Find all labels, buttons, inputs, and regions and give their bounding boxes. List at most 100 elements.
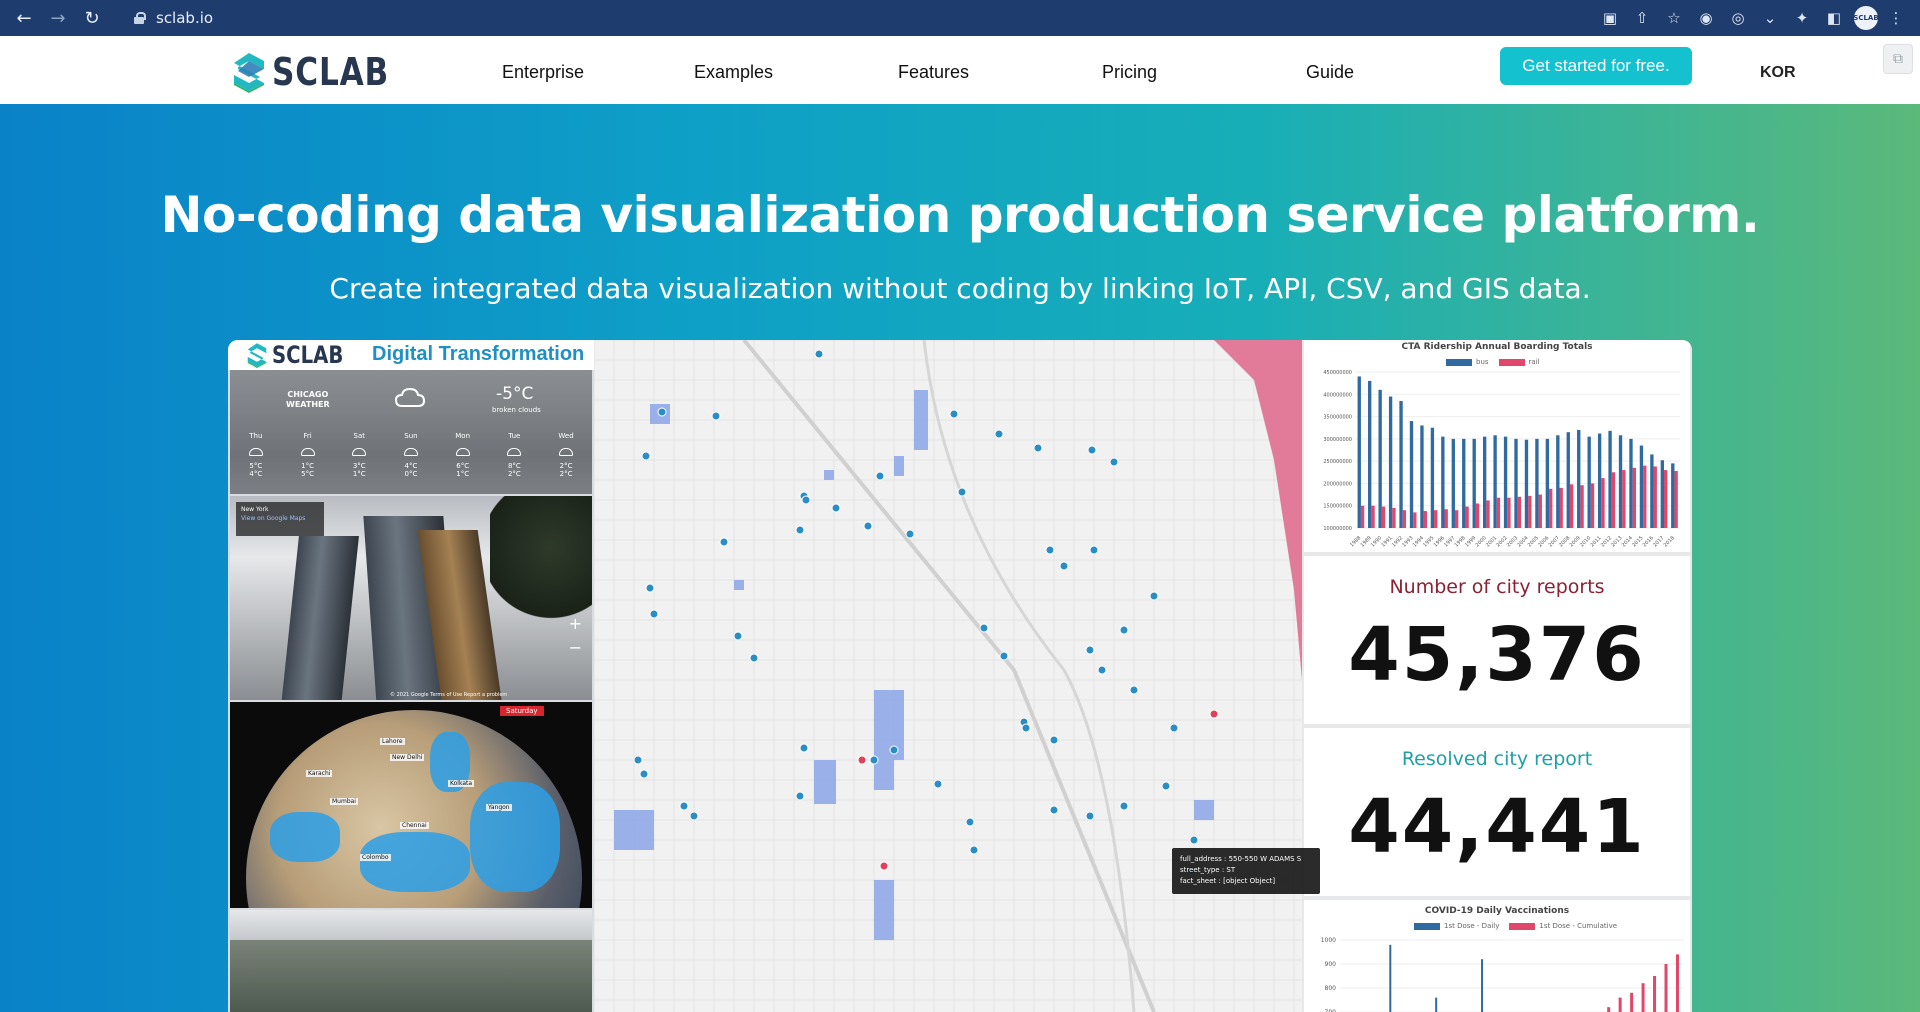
city-reports-card: Number of city reports 45,376 [1304, 556, 1690, 724]
map-marker[interactable] [863, 521, 873, 531]
nav-guide[interactable]: Guide [1306, 62, 1354, 83]
profile-avatar[interactable]: SCLAB [1853, 6, 1879, 30]
color-extension-icon[interactable]: ◎ [1724, 4, 1752, 32]
tooltip-line: street_type : ST [1180, 866, 1236, 874]
nav-features[interactable]: Features [898, 62, 969, 83]
map-marker[interactable] [905, 529, 915, 539]
translate-icon[interactable]: ▣ [1596, 4, 1624, 32]
fullscreen-icon[interactable]: ⧉ [1883, 44, 1913, 74]
map-marker[interactable] [875, 471, 885, 481]
map-marker[interactable] [641, 451, 651, 461]
map-marker[interactable] [649, 609, 659, 619]
map-marker[interactable] [1097, 665, 1107, 675]
map-marker[interactable] [799, 743, 809, 753]
map-marker[interactable] [1119, 801, 1129, 811]
map-marker[interactable] [979, 623, 989, 633]
bar-cumulative [1653, 976, 1657, 1012]
map-marker[interactable] [1021, 723, 1031, 733]
language-toggle[interactable]: KOR [1760, 64, 1796, 82]
nav-enterprise[interactable]: Enterprise [502, 62, 584, 83]
forecast-day: Fri 1°C 5°C [300, 432, 315, 478]
map-marker[interactable] [679, 801, 689, 811]
map-marker[interactable] [645, 583, 655, 593]
nav-examples[interactable]: Examples [694, 62, 773, 83]
map-marker[interactable] [1149, 591, 1159, 601]
map-marker[interactable] [711, 411, 721, 421]
map-marker[interactable] [1049, 735, 1059, 745]
map-marker[interactable] [733, 631, 743, 641]
bar-rail [1475, 503, 1480, 528]
map-marker[interactable] [1089, 545, 1099, 555]
x-tick-label: 1993 [1401, 535, 1414, 548]
map-marker[interactable] [869, 755, 879, 765]
map-marker[interactable] [657, 407, 667, 417]
map-marker[interactable] [689, 811, 699, 821]
map-marker[interactable] [1049, 805, 1059, 815]
x-tick-label: 2005 [1527, 535, 1540, 548]
map-marker[interactable] [949, 409, 959, 419]
map-marker[interactable] [889, 745, 899, 755]
map-marker[interactable] [994, 429, 1004, 439]
bar-rail [1507, 497, 1511, 528]
y-tick-label: 450000000 [1323, 370, 1352, 376]
get-started-button[interactable]: Get started for free. [1500, 47, 1692, 85]
map-marker[interactable] [639, 769, 649, 779]
map-marker[interactable] [1033, 443, 1043, 453]
map-marker[interactable] [1059, 561, 1069, 571]
map-marker[interactable] [1109, 457, 1119, 467]
map-marker[interactable] [633, 755, 643, 765]
browser-menu-icon[interactable]: ⋮ [1882, 4, 1910, 32]
view-on-google-maps-link[interactable]: View on Google Maps [241, 515, 305, 522]
map-marker-alert[interactable] [1209, 709, 1219, 719]
globe-widget[interactable]: Saturday Lahore New Delhi Karachi Kolkat… [230, 702, 592, 908]
amazon-extension-icon[interactable]: ⌄ [1756, 4, 1784, 32]
extensions-puzzle-icon[interactable]: ✦ [1788, 4, 1816, 32]
y-tick-label: 800 [1325, 985, 1337, 992]
dashboard-left-column: SCLAB Digital Transformation CHICAGO WEA… [228, 340, 594, 1012]
city-map[interactable] [594, 340, 1302, 1012]
street-view-widget[interactable]: New York View on Google Maps + − © 2021 G… [230, 496, 592, 700]
map-marker[interactable] [1169, 723, 1179, 733]
y-tick-label: 350000000 [1323, 415, 1352, 421]
map-marker[interactable] [831, 503, 841, 513]
address-bar[interactable]: sclab.io [120, 4, 1586, 32]
side-panel-icon[interactable]: ◧ [1820, 4, 1848, 32]
nav-pricing[interactable]: Pricing [1102, 62, 1157, 83]
street-view-label: New York View on Google Maps [236, 502, 324, 536]
map-marker[interactable] [795, 525, 805, 535]
bar-rail [1371, 505, 1375, 528]
map-marker[interactable] [969, 845, 979, 855]
reload-icon[interactable]: ↻ [78, 4, 106, 32]
map-marker[interactable] [1161, 781, 1171, 791]
map-marker[interactable] [814, 349, 824, 359]
map-marker[interactable] [1085, 645, 1095, 655]
camera-extension-icon[interactable]: ◉ [1692, 4, 1720, 32]
bookmark-star-icon[interactable]: ☆ [1660, 4, 1688, 32]
map-marker[interactable] [957, 487, 967, 497]
forward-icon[interactable]: → [44, 4, 72, 32]
map-marker-alert[interactable] [879, 861, 889, 871]
map-marker[interactable] [999, 651, 1009, 661]
map-marker[interactable] [1119, 625, 1129, 635]
share-icon[interactable]: ⇧ [1628, 4, 1656, 32]
map-marker-alert[interactable] [857, 755, 867, 765]
bar-bus [1388, 396, 1393, 528]
map-marker[interactable] [933, 779, 943, 789]
back-icon[interactable]: ← [10, 4, 38, 32]
map-marker[interactable] [1085, 811, 1095, 821]
map-marker[interactable] [795, 791, 805, 801]
bar-bus [1514, 438, 1518, 528]
map-marker[interactable] [1189, 835, 1199, 845]
traffic-camera-widget[interactable] [230, 910, 592, 1012]
map-marker[interactable] [965, 817, 975, 827]
street-view-zoom[interactable]: + − [569, 612, 582, 660]
sclab-logo[interactable]: SCLAB [232, 50, 415, 94]
map-marker[interactable] [801, 495, 811, 505]
map-marker[interactable] [1129, 685, 1139, 695]
map-marker[interactable] [719, 537, 729, 547]
map-marker[interactable] [1087, 445, 1097, 455]
map-marker[interactable] [749, 653, 759, 663]
map-marker[interactable] [1045, 545, 1055, 555]
bar-bus [1566, 432, 1570, 528]
rain-overlay [360, 832, 470, 892]
